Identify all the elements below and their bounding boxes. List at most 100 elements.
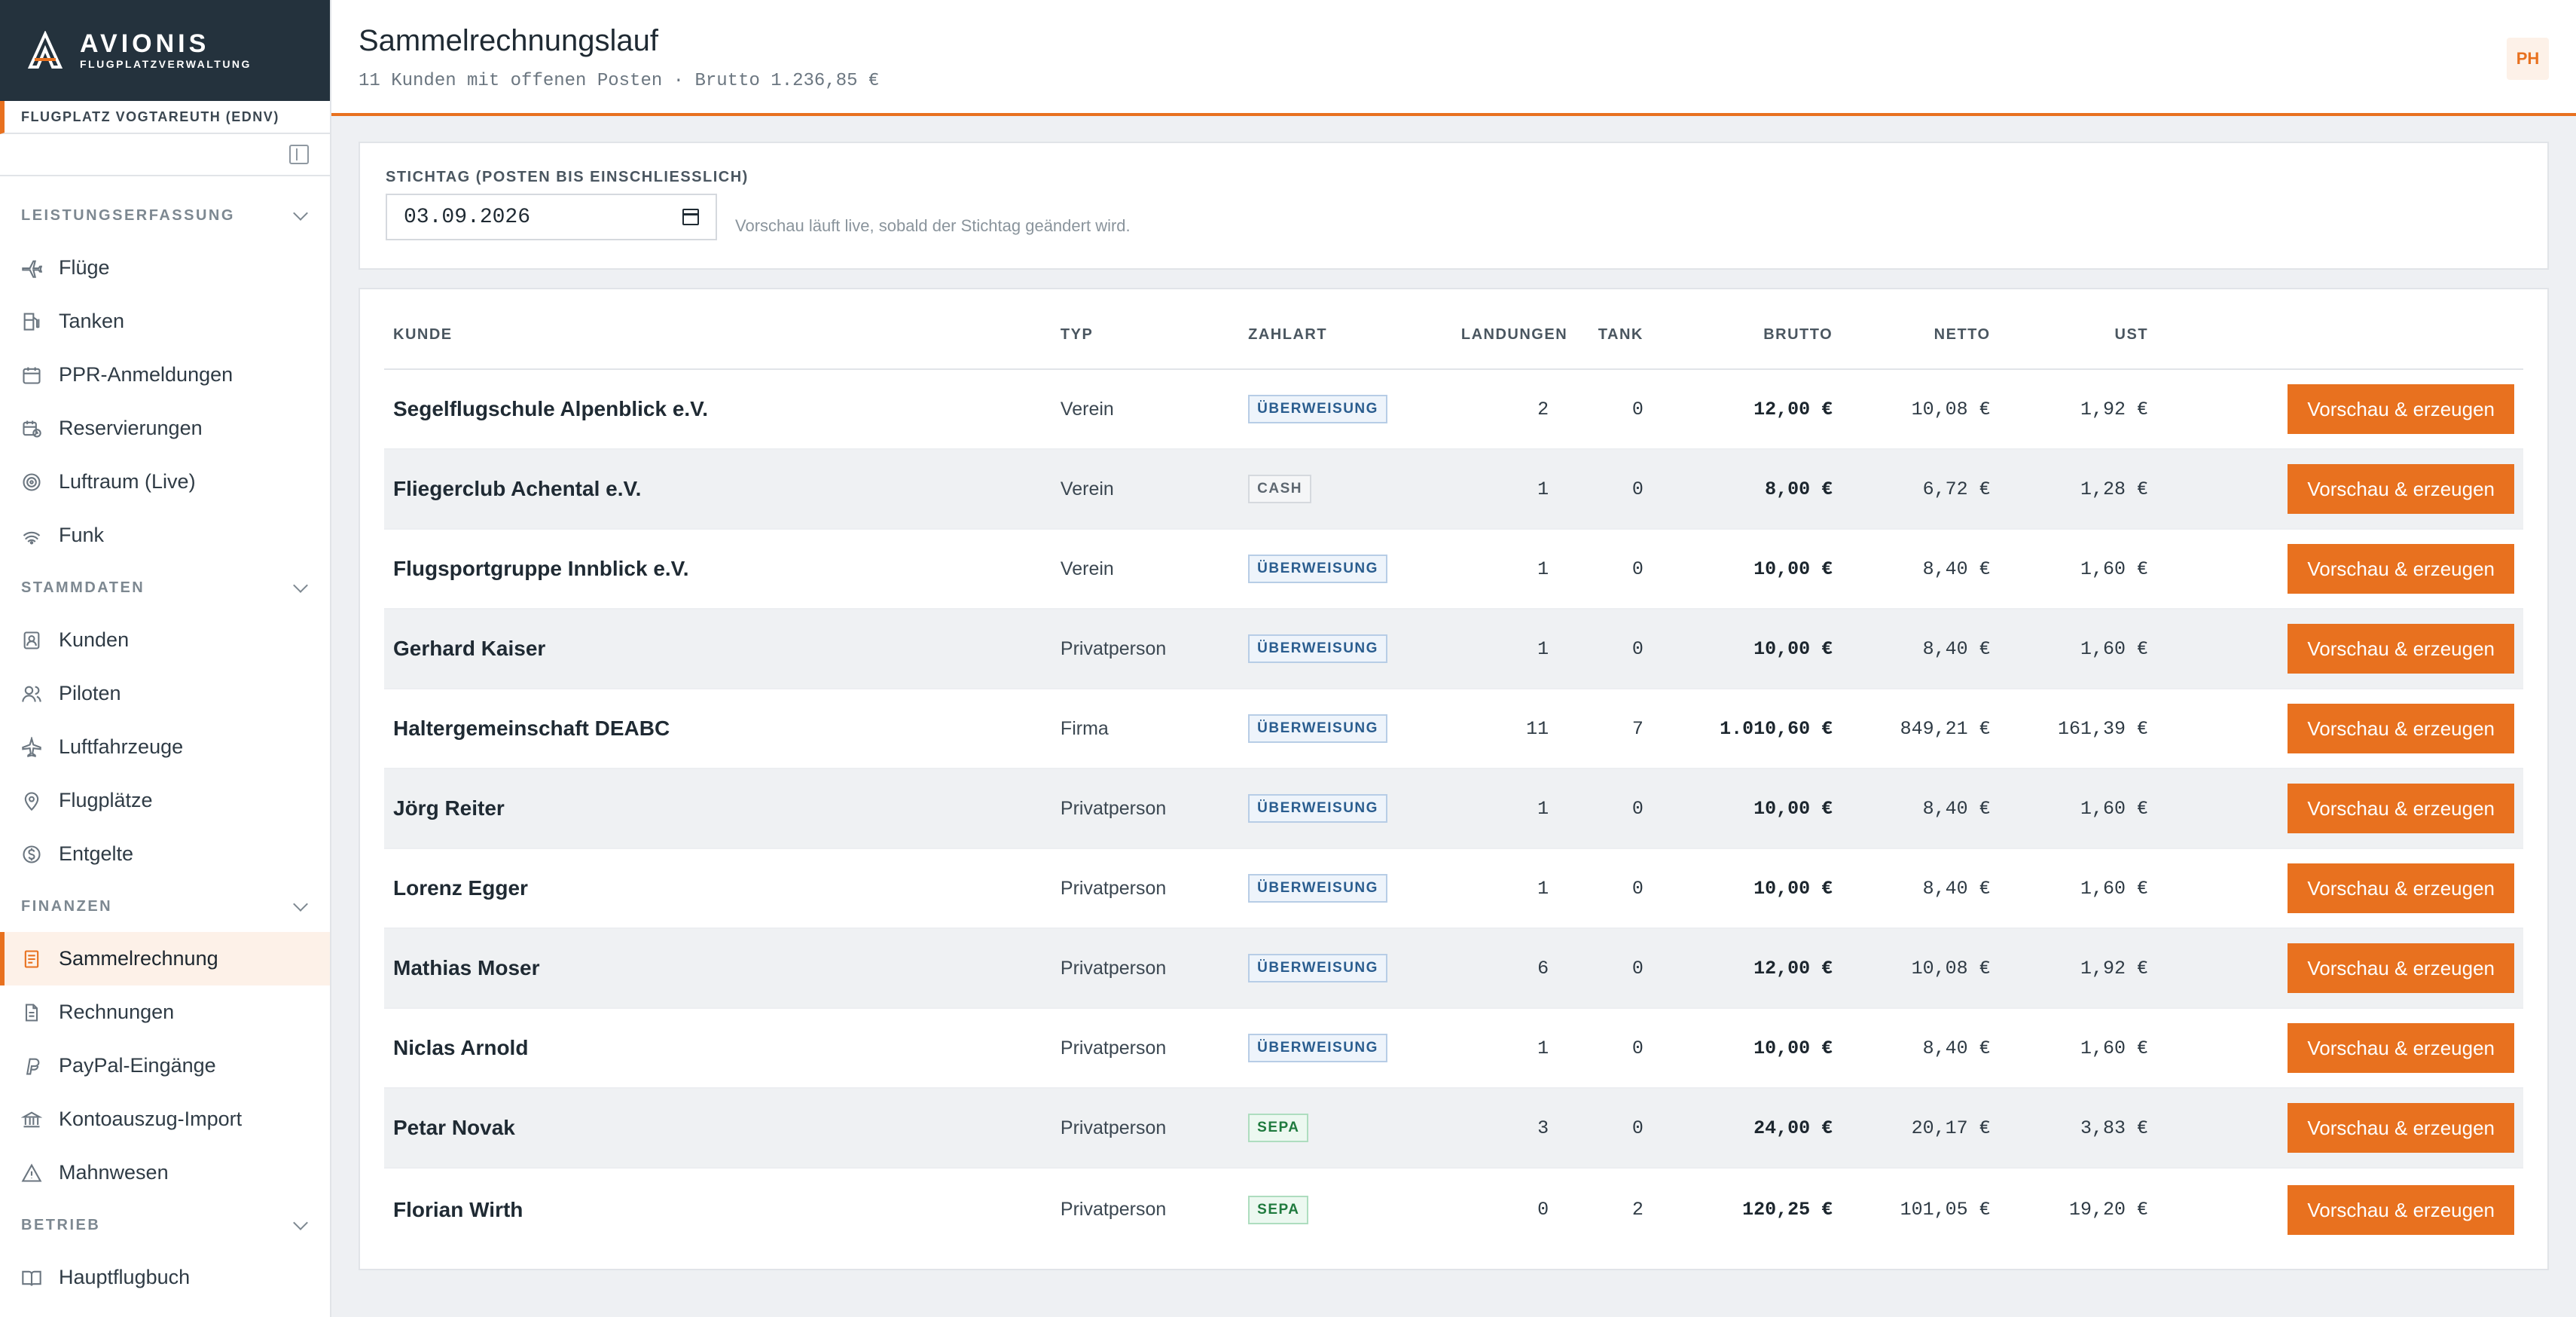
nav-section-finanzen[interactable]: FINANZEN <box>0 881 330 932</box>
cell-landungen: 1 <box>1451 1008 1558 1089</box>
preview-generate-button[interactable]: Vorschau & erzeugen <box>2288 943 2514 993</box>
cell-kunde: Gerhard Kaiser <box>384 609 1051 689</box>
preview-generate-button[interactable]: Vorschau & erzeugen <box>2288 863 2514 913</box>
cell-ust: 1,60 € <box>1999 609 2158 689</box>
cell-kunde: Lorenz Egger <box>384 848 1051 929</box>
cell-zahlart: CASH <box>1239 449 1452 530</box>
cell-typ: Verein <box>1051 369 1240 450</box>
col-ust[interactable]: UST <box>1999 301 2158 370</box>
table-row[interactable]: Haltergemeinschaft DEABC Firma ÜBERWEISUNG… <box>384 689 2523 769</box>
cell-ust: 3,83 € <box>1999 1088 2158 1169</box>
table-row[interactable]: Florian Wirth Privatperson SEPA 0 2 120,25 € 1… <box>384 1168 2523 1251</box>
airfield-selector[interactable]: FLUGPLATZ VOGTAREUTH (EDNV) <box>0 101 330 134</box>
user-avatar[interactable]: PH <box>2507 38 2549 80</box>
table-row[interactable]: Niclas Arnold Privatperson ÜBERWEISUNG 1 0 10… <box>384 1008 2523 1089</box>
fuel-icon <box>21 311 42 332</box>
cell-tank: 7 <box>1558 689 1653 769</box>
cell-netto: 101,05 € <box>1900 1199 1991 1221</box>
cell-landungen: 1 <box>1451 848 1558 929</box>
col-kunde[interactable]: KUNDE <box>384 301 1051 370</box>
sidebar-item-kunden[interactable]: Kunden <box>0 613 330 667</box>
sidebar-item-ppr[interactable]: PPR-Anmeldungen <box>0 348 330 402</box>
cell-zahlart: ÜBERWEISUNG <box>1239 529 1452 610</box>
table-row[interactable]: Segelflugschule Alpenblick e.V. Verein ÜBE… <box>384 369 2523 450</box>
col-netto[interactable]: NETTO <box>1842 301 2000 370</box>
payment-method-badge: ÜBERWEISUNG <box>1248 555 1387 583</box>
nav-section-betrieb[interactable]: BETRIEB <box>0 1199 330 1251</box>
cell-netto: 849,21 € <box>1842 689 2000 769</box>
table-row[interactable]: Lorenz Egger Privatperson ÜBERWEISUNG 1 0 10,… <box>384 848 2523 929</box>
sidebar-item-fluege[interactable]: Flüge <box>0 241 330 295</box>
cell-ust: 1,92 € <box>1999 369 2158 450</box>
calendar-clock-icon <box>21 418 42 439</box>
cell-landungen: 2 <box>1451 369 1558 450</box>
customers-table: KUNDE TYP ZAHLART LANDUNGEN TANK BRUTTO … <box>384 301 2523 1251</box>
cell-landungen: 6 <box>1451 928 1558 1009</box>
sidebar-item-tanken[interactable]: Tanken <box>0 295 330 348</box>
payment-method-badge: SEPA <box>1248 1195 1309 1224</box>
cell-action: Vorschau & erzeugen <box>2157 848 2523 929</box>
sidebar-item-luftfahrzeuge[interactable]: Luftfahrzeuge <box>0 720 330 774</box>
table-row[interactable]: Fliegerclub Achental e.V. Verein CASH 1 0 8,0… <box>384 449 2523 530</box>
sidebar: AVIONIS FLUGPLATZVERWALTUNG FLUGPLATZ VO… <box>0 0 331 1317</box>
cell-brutto: 12,00 € <box>1652 369 1842 450</box>
sidebar-collapse-icon[interactable] <box>289 145 309 164</box>
cell-kunde: Mathias Moser <box>384 928 1051 1009</box>
table-row[interactable]: Flugsportgruppe Innblick e.V. Verein ÜBERW… <box>384 529 2523 610</box>
cell-action: Vorschau & erzeugen <box>2157 449 2523 530</box>
cell-kunde: Florian Wirth <box>393 1197 523 1221</box>
col-zahlart[interactable]: ZAHLART <box>1239 301 1452 370</box>
cell-zahlart: ÜBERWEISUNG <box>1239 848 1452 929</box>
stichtag-date-input[interactable]: 03.09.2026 <box>386 194 717 240</box>
preview-generate-button[interactable]: Vorschau & erzeugen <box>2288 1184 2514 1235</box>
preview-generate-button[interactable]: Vorschau & erzeugen <box>2288 624 2514 674</box>
sidebar-item-kontoauszug[interactable]: Kontoauszug-Import <box>0 1092 330 1146</box>
brand[interactable]: AVIONIS FLUGPLATZVERWALTUNG <box>0 0 330 101</box>
table-row[interactable]: Jörg Reiter Privatperson ÜBERWEISUNG 1 0 10,0… <box>384 769 2523 849</box>
preview-generate-button[interactable]: Vorschau & erzeugen <box>2288 1023 2514 1073</box>
live-preview-hint: Vorschau läuft live, sobald der Stichtag… <box>735 216 1131 235</box>
stichtag-label: STICHTAG (POSTEN BIS EINSCHLIESSLICH) <box>386 169 749 185</box>
col-typ[interactable]: TYP <box>1051 301 1240 370</box>
sidebar-item-paypal[interactable]: PayPal-Eingänge <box>0 1039 330 1092</box>
preview-generate-button[interactable]: Vorschau & erzeugen <box>2288 544 2514 594</box>
contacts-icon <box>21 630 42 651</box>
sidebar-item-flugplaetze[interactable]: Flugplätze <box>0 774 330 827</box>
sidebar-item-hauptflugbuch[interactable]: Hauptflugbuch <box>0 1251 330 1304</box>
preview-generate-button[interactable]: Vorschau & erzeugen <box>2288 1103 2514 1153</box>
calendar-icon[interactable] <box>682 209 699 225</box>
calendar-icon <box>21 365 42 386</box>
nav-section-stammdaten[interactable]: STAMMDATEN <box>0 562 330 613</box>
sidebar-item-entgelte[interactable]: Entgelte <box>0 827 330 881</box>
cell-kunde: Jörg Reiter <box>384 769 1051 849</box>
nav-section-leistungserfassung[interactable]: LEISTUNGSERFASSUNG <box>0 190 330 241</box>
cell-brutto: 10,00 € <box>1652 529 1842 610</box>
cell-typ: Privatperson <box>1051 848 1240 929</box>
payment-method-badge: ÜBERWEISUNG <box>1248 954 1387 982</box>
main-area: Sammelrechnungslauf 11 Kunden mit offene… <box>331 0 2576 1317</box>
sidebar-item-mahnwesen[interactable]: Mahnwesen <box>0 1146 330 1199</box>
sidebar-item-funk[interactable]: Funk <box>0 509 330 562</box>
col-brutto[interactable]: BRUTTO <box>1652 301 1842 370</box>
table-row[interactable]: Petar Novak Privatperson SEPA 3 0 24,00 €20,1… <box>384 1088 2523 1169</box>
table-row[interactable]: Mathias Moser Privatperson ÜBERWEISUNG 6 0 12… <box>384 928 2523 1009</box>
cell-typ: Privatperson <box>1051 928 1240 1009</box>
col-tank[interactable]: TANK <box>1558 301 1653 370</box>
preview-generate-button[interactable]: Vorschau & erzeugen <box>2288 464 2514 514</box>
sidebar-item-piloten[interactable]: Piloten <box>0 667 330 720</box>
col-action <box>2157 301 2523 370</box>
cell-brutto: 120,25 € <box>1742 1199 1833 1221</box>
preview-generate-button[interactable]: Vorschau & erzeugen <box>2288 384 2514 434</box>
sidebar-item-reservierungen[interactable]: Reservierungen <box>0 402 330 455</box>
cell-landungen: 3 <box>1451 1088 1558 1169</box>
table-row[interactable]: Gerhard Kaiser Privatperson ÜBERWEISUNG 1 0 1… <box>384 609 2523 689</box>
sidebar-item-luftraum[interactable]: Luftraum (Live) <box>0 455 330 509</box>
filter-card: STICHTAG (POSTEN BIS EINSCHLIESSLICH) 03… <box>359 142 2549 270</box>
sidebar-item-rechnungen[interactable]: Rechnungen <box>0 985 330 1039</box>
col-landungen[interactable]: LANDUNGEN <box>1451 301 1567 370</box>
receipt-icon <box>21 949 42 970</box>
preview-generate-button[interactable]: Vorschau & erzeugen <box>2288 704 2514 753</box>
cell-kunde: Flugsportgruppe Innblick e.V. <box>384 529 1051 610</box>
sidebar-item-sammelrechnung[interactable]: Sammelrechnung <box>0 932 330 985</box>
preview-generate-button[interactable]: Vorschau & erzeugen <box>2288 784 2514 833</box>
